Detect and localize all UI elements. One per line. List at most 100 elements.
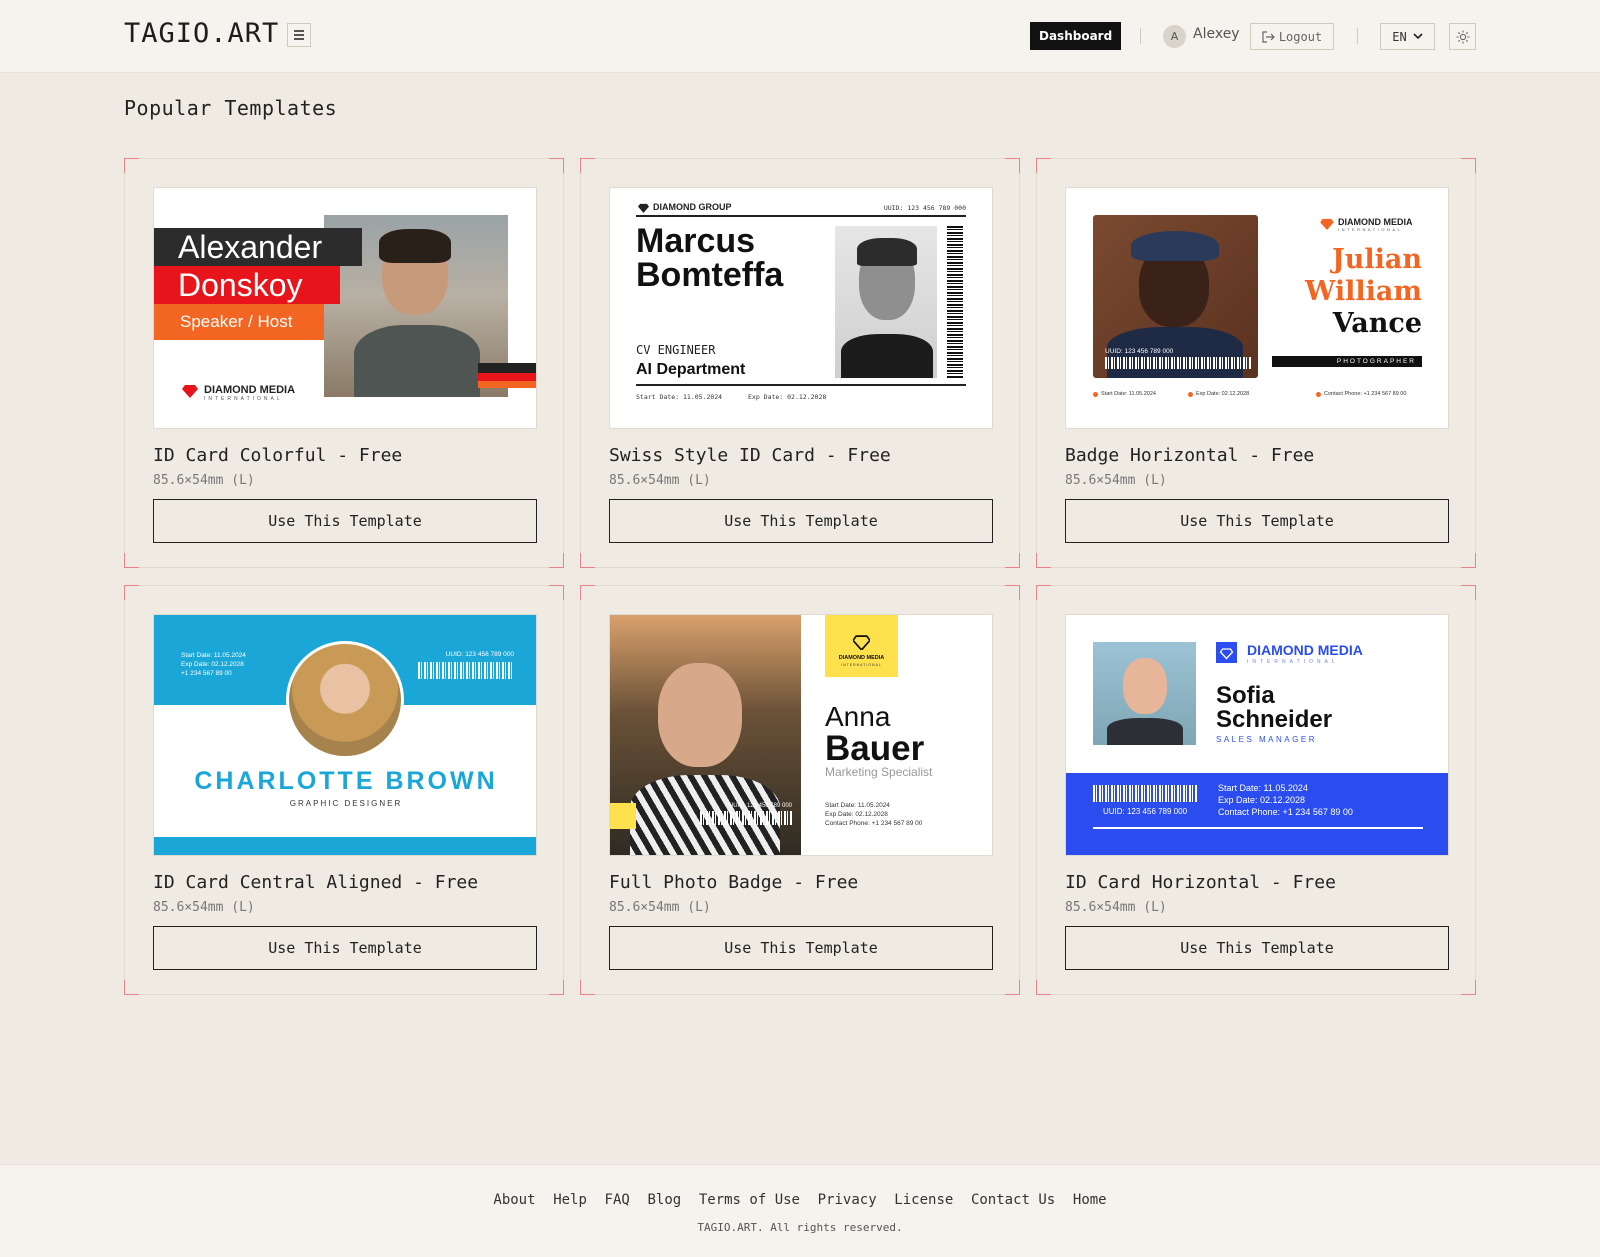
page-title: Popular Templates [124,96,338,120]
site-logo[interactable]: TAGIO.ART [124,18,279,49]
card-corner [1005,553,1020,568]
template-preview[interactable]: UUID: 123 456 789 000 DIAMOND MEDIA INTE… [609,614,993,856]
preview-brand: DIAMOND MEDIA [1338,217,1413,227]
footer-link-about[interactable]: About [493,1192,535,1208]
language-select[interactable]: EN [1380,23,1435,50]
preview-role: GRAPHIC DESIGNER [289,799,403,808]
card-corner [124,585,139,600]
use-template-button[interactable]: Use This Template [1065,499,1449,543]
preview-start-date: Start Date: 11.05.2024 [1101,391,1156,397]
diamond-icon [1216,642,1237,663]
preview-last-name: Bauer [825,729,925,768]
card-corner [1461,585,1476,600]
preview-uuid: UUID: 123 456 789 000 [1102,807,1188,816]
barcode-icon [1105,357,1251,369]
logout-button[interactable]: Logout [1250,23,1334,50]
template-title: ID Card Horizontal - Free [1065,872,1336,893]
preview-exp-date: Exp Date: 02.12.2028 [825,811,888,818]
preview-last-name: Bomteffa [636,256,784,294]
preview-last-name: Vance [1332,308,1422,339]
footer-link-home[interactable]: Home [1073,1192,1107,1208]
barcode-icon [418,662,514,679]
template-size: 85.6×54mm (L) [153,900,255,915]
chevron-down-icon [1413,33,1423,40]
site-footer: About Help FAQ Blog Terms of Use Privacy… [0,1164,1600,1257]
header-divider [1140,28,1141,44]
use-template-button[interactable]: Use This Template [153,926,537,970]
template-preview[interactable]: DIAMOND MEDIA INTERNATIONAL Sofia Schnei… [1065,614,1449,856]
footer-link-contact[interactable]: Contact Us [971,1192,1055,1208]
logout-icon [1262,30,1275,43]
preview-uuid: UUID: 123 456 789 000 [1105,348,1174,355]
preview-stripe [478,373,536,381]
template-preview[interactable]: Start Date: 11.05.2024 Exp Date: 02.12.2… [153,614,537,856]
template-size: 85.6×54mm (L) [609,473,711,488]
sun-icon [1456,30,1469,43]
preview-brand: DIAMOND MEDIA [838,655,885,661]
footer-link-license[interactable]: License [894,1192,953,1208]
preview-phone: +1 234 567 89 00 [181,670,232,677]
dashboard-button[interactable]: Dashboard [1030,22,1122,50]
footer-link-privacy[interactable]: Privacy [818,1192,877,1208]
diamond-icon [1320,218,1334,230]
template-card: UUID: 123 456 789 000 DIAMOND MEDIA INTE… [580,585,1020,995]
top-header: TAGIO.ART Dashboard A Alexey Logout EN [0,0,1600,73]
username[interactable]: Alexey [1193,26,1240,42]
use-template-button[interactable]: Use This Template [609,926,993,970]
barcode-icon [947,226,963,378]
template-preview[interactable]: DIAMOND GROUP UUID: 123 456 789 000 Marc… [609,187,993,429]
template-title: Full Photo Badge - Free [609,872,859,893]
preview-brand-sub: INTERNATIONAL [1338,227,1403,232]
preview-brand-sub: INTERNATIONAL [1247,659,1339,665]
footer-link-blog[interactable]: Blog [647,1192,681,1208]
template-card: DIAMOND GROUP UUID: 123 456 789 000 Marc… [580,158,1020,568]
template-size: 85.6×54mm (L) [609,900,711,915]
template-card: Alexander Donskoy Speaker / Host DIAMOND… [124,158,564,568]
preview-first-name: Alexander [154,228,362,266]
preview-phone: Contact Phone: +1 234 567 89 00 [1218,807,1353,817]
card-corner [1461,980,1476,995]
template-preview[interactable]: Alexander Donskoy Speaker / Host DIAMOND… [153,187,537,429]
template-card: UUID: 123 456 789 000 DIAMOND MEDIA INTE… [1036,158,1476,568]
card-corner [124,980,139,995]
footer-nav: About Help FAQ Blog Terms of Use Privacy… [0,1189,1600,1208]
footer-link-faq[interactable]: FAQ [605,1192,630,1208]
language-value: EN [1392,29,1407,44]
logout-label: Logout [1278,29,1323,44]
use-template-button[interactable]: Use This Template [1065,926,1449,970]
card-corner [124,158,139,173]
preview-logo-block: DIAMOND MEDIA INTERNATIONAL [825,615,898,677]
card-corner [549,585,564,600]
preview-first-name: Julian [1331,244,1422,275]
card-corner [1461,553,1476,568]
card-corner [1005,585,1020,600]
card-corner [580,585,595,600]
avatar[interactable]: A [1163,25,1186,48]
template-preview[interactable]: UUID: 123 456 789 000 DIAMOND MEDIA INTE… [1065,187,1449,429]
preview-role: CV ENGINEER [636,343,716,357]
use-template-button[interactable]: Use This Template [609,499,993,543]
preview-footer-band: UUID: 123 456 789 000 Start Date: 11.05.… [1066,773,1448,855]
preview-name: CHARLOTTE BROWN [194,767,498,795]
card-corner [549,158,564,173]
template-size: 85.6×54mm (L) [1065,900,1167,915]
footer-link-help[interactable]: Help [553,1192,587,1208]
footer-link-terms[interactable]: Terms of Use [699,1192,800,1208]
preview-stripe [478,363,536,373]
template-title: Swiss Style ID Card - Free [609,445,891,466]
use-template-button[interactable]: Use This Template [153,499,537,543]
card-corner [124,553,139,568]
preview-start-date: Start Date: 11.05.2024 [825,802,890,809]
preview-middle-name: William [1305,276,1422,307]
card-corner [1005,980,1020,995]
card-corner [580,158,595,173]
template-title: ID Card Central Aligned - Free [153,872,479,893]
preview-rule [636,384,966,386]
preview-brand: DIAMOND GROUP [653,202,732,212]
diamond-icon [853,635,870,650]
preview-bullet [1093,392,1098,397]
theme-toggle-button[interactable] [1449,23,1476,50]
card-corner [549,980,564,995]
diamond-icon [182,385,198,398]
menu-button[interactable] [287,23,311,47]
